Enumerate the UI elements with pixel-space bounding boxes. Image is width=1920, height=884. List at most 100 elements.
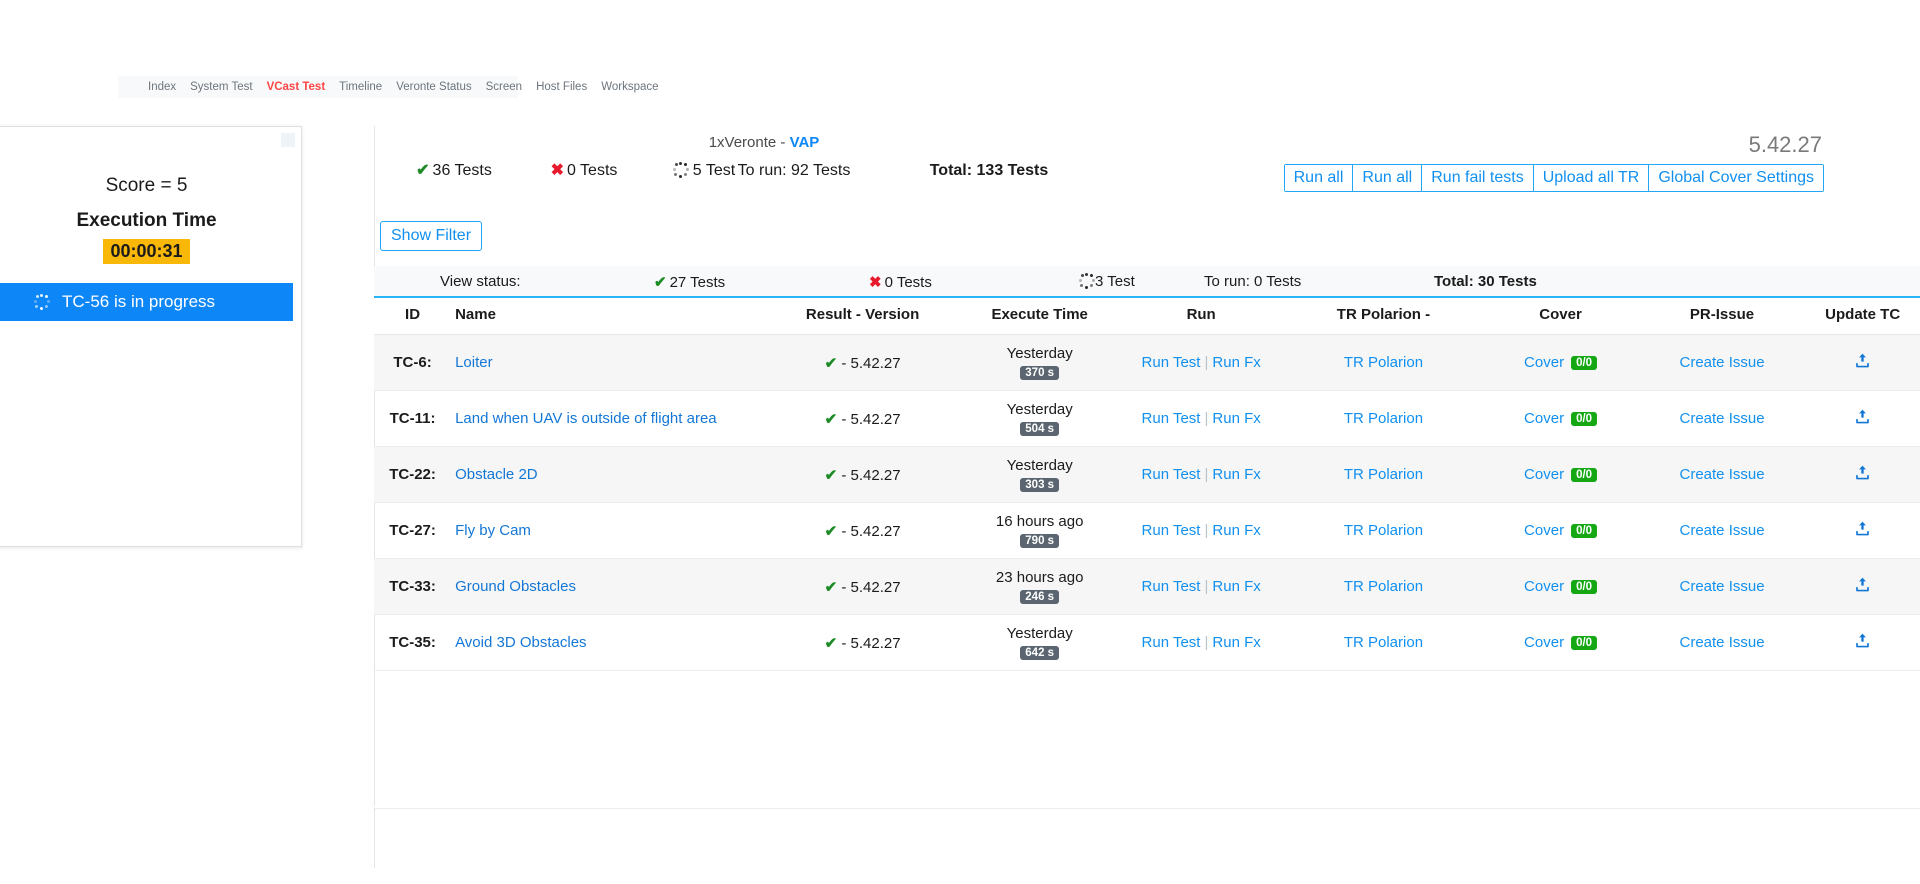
cell-update-tc xyxy=(1805,334,1920,391)
run-fx-link[interactable]: Run Fx xyxy=(1212,522,1260,539)
cell-tr-polarion: TR Polarion xyxy=(1284,390,1483,447)
test-name-link[interactable]: Loiter xyxy=(455,354,493,371)
cell-run: Run Test | Run Fx xyxy=(1117,390,1285,447)
header-result: Result - Version xyxy=(763,298,962,335)
create-issue-link[interactable]: Create Issue xyxy=(1680,578,1765,595)
create-issue-link[interactable]: Create Issue xyxy=(1680,354,1765,371)
tr-polarion-link[interactable]: TR Polarion xyxy=(1344,466,1423,483)
cell-execute-time: Yesterday 504 s xyxy=(961,390,1118,447)
header-update: Update TC xyxy=(1805,298,1920,335)
nav-item-host-files[interactable]: Host Files xyxy=(536,81,587,93)
cover-badge: 0/0 xyxy=(1571,523,1598,538)
cell-update-tc xyxy=(1805,558,1920,615)
run-separator: | xyxy=(1204,522,1209,539)
result-version: - 5.42.27 xyxy=(841,354,901,372)
duration-badge: 303 s xyxy=(1020,478,1060,492)
nav-item-screen[interactable]: Screen xyxy=(486,81,522,93)
stat-total: Total: 133 Tests xyxy=(929,162,1049,179)
header-button-4-global-cover-settings[interactable]: Global Cover Settings xyxy=(1649,165,1823,191)
tr-polarion-link[interactable]: TR Polarion xyxy=(1344,410,1423,427)
tr-polarion-link[interactable]: TR Polarion xyxy=(1344,522,1423,539)
nav-item-index[interactable]: Index xyxy=(148,81,176,93)
run-fx-link[interactable]: Run Fx xyxy=(1212,354,1260,371)
view-status-total: Total: 30 Tests xyxy=(1434,273,1537,290)
cell-update-tc xyxy=(1805,502,1920,559)
in-progress-banner[interactable]: TC-56 is in progress xyxy=(0,283,293,321)
upload-icon[interactable] xyxy=(1854,352,1871,373)
check-icon: ✔ xyxy=(654,274,667,291)
cover-link[interactable]: Cover xyxy=(1524,578,1564,595)
run-fx-link[interactable]: Run Fx xyxy=(1212,634,1260,651)
execution-status-panel: Score = 5 Execution Time 00:00:31 TC-56 … xyxy=(0,126,302,548)
create-issue-link[interactable]: Create Issue xyxy=(1680,634,1765,651)
cover-link[interactable]: Cover xyxy=(1524,466,1564,483)
check-icon: ✔ xyxy=(824,354,838,372)
create-issue-link[interactable]: Create Issue xyxy=(1680,410,1765,427)
stat-passed-value: 36 Tests xyxy=(432,162,492,179)
create-issue-link[interactable]: Create Issue xyxy=(1680,522,1765,539)
nav-item-veronte-status[interactable]: Veronte Status xyxy=(396,81,471,93)
header-id: ID xyxy=(374,298,452,335)
test-name-link[interactable]: Obstacle 2D xyxy=(455,466,538,483)
tests-table-wrapper: ID Name Result - Version Execute Time Ru… xyxy=(374,298,1920,868)
create-issue-link[interactable]: Create Issue xyxy=(1680,466,1765,483)
spinner-icon xyxy=(1079,273,1095,289)
cover-badge: 0/0 xyxy=(1571,579,1598,594)
result-version: - 5.42.27 xyxy=(841,522,901,540)
nav-item-vcast-test[interactable]: VCast Test xyxy=(267,81,326,93)
run-test-link[interactable]: Run Test xyxy=(1142,466,1201,483)
upload-icon[interactable] xyxy=(1854,464,1871,485)
test-name-link[interactable]: Fly by Cam xyxy=(455,522,531,539)
cell-cover: Cover 0/0 xyxy=(1482,614,1639,671)
run-fx-link[interactable]: Run Fx xyxy=(1212,410,1260,427)
tr-polarion-link[interactable]: TR Polarion xyxy=(1344,578,1423,595)
show-filter-button[interactable]: Show Filter xyxy=(380,221,483,251)
run-test-link[interactable]: Run Test xyxy=(1142,410,1201,427)
upload-icon[interactable] xyxy=(1854,408,1871,429)
cell-cover: Cover 0/0 xyxy=(1482,334,1639,391)
run-fx-link[interactable]: Run Fx xyxy=(1212,578,1260,595)
cell-pr-issue: Create Issue xyxy=(1638,334,1806,391)
cell-id: TC-11: xyxy=(374,390,452,447)
check-icon: ✔ xyxy=(824,410,838,428)
execute-time-text: 23 hours ago xyxy=(995,569,1084,586)
cross-icon: ✖ xyxy=(550,162,564,179)
header-name: Name xyxy=(451,298,764,335)
view-status-in-progress: 3 Test xyxy=(1079,273,1135,290)
upload-icon[interactable] xyxy=(1854,576,1871,597)
cover-link[interactable]: Cover xyxy=(1524,410,1564,427)
cell-result: ✔ - 5.42.27 xyxy=(763,390,962,447)
run-test-link[interactable]: Run Test xyxy=(1142,578,1201,595)
nav-item-workspace[interactable]: Workspace xyxy=(601,81,658,93)
cover-badge: 0/0 xyxy=(1571,467,1598,482)
test-name-link[interactable]: Avoid 3D Obstacles xyxy=(455,634,586,651)
header-button-1-run-all[interactable]: Run all xyxy=(1353,165,1423,191)
nav-item-system-test[interactable]: System Test xyxy=(190,81,252,93)
execution-time-label: Execution Time xyxy=(76,210,217,231)
table-row: TC-35: Avoid 3D Obstacles ✔ - 5.42.27 Yeste… xyxy=(374,614,1920,671)
run-test-link[interactable]: Run Test xyxy=(1142,522,1201,539)
header-button-3-upload-all-tr[interactable]: Upload all TR xyxy=(1533,165,1650,191)
cover-link[interactable]: Cover xyxy=(1524,354,1564,371)
cell-pr-issue: Create Issue xyxy=(1638,558,1806,615)
cell-tr-polarion: TR Polarion xyxy=(1284,446,1483,503)
run-test-link[interactable]: Run Test xyxy=(1142,354,1201,371)
header-button-2-run-fail-tests[interactable]: Run fail tests xyxy=(1422,165,1534,191)
run-separator: | xyxy=(1204,634,1209,651)
header-button-0-run-all[interactable]: Run all xyxy=(1284,165,1354,191)
tr-polarion-link[interactable]: TR Polarion xyxy=(1344,354,1423,371)
run-test-link[interactable]: Run Test xyxy=(1142,634,1201,651)
upload-icon[interactable] xyxy=(1854,632,1871,653)
cell-run: Run Test | Run Fx xyxy=(1117,334,1285,391)
upload-icon[interactable] xyxy=(1854,520,1871,541)
tr-polarion-link[interactable]: TR Polarion xyxy=(1344,634,1423,651)
nav-item-timeline[interactable]: Timeline xyxy=(339,81,382,93)
run-fx-link[interactable]: Run Fx xyxy=(1212,466,1260,483)
score-label: Score = 5 xyxy=(105,175,188,196)
cell-id: TC-35: xyxy=(374,614,452,671)
cover-link[interactable]: Cover xyxy=(1524,522,1564,539)
cover-link[interactable]: Cover xyxy=(1524,634,1564,651)
execute-time-text: 16 hours ago xyxy=(995,513,1084,530)
test-name-link[interactable]: Ground Obstacles xyxy=(455,578,576,595)
test-name-link[interactable]: Land when UAV is outside of flight area xyxy=(455,410,717,427)
